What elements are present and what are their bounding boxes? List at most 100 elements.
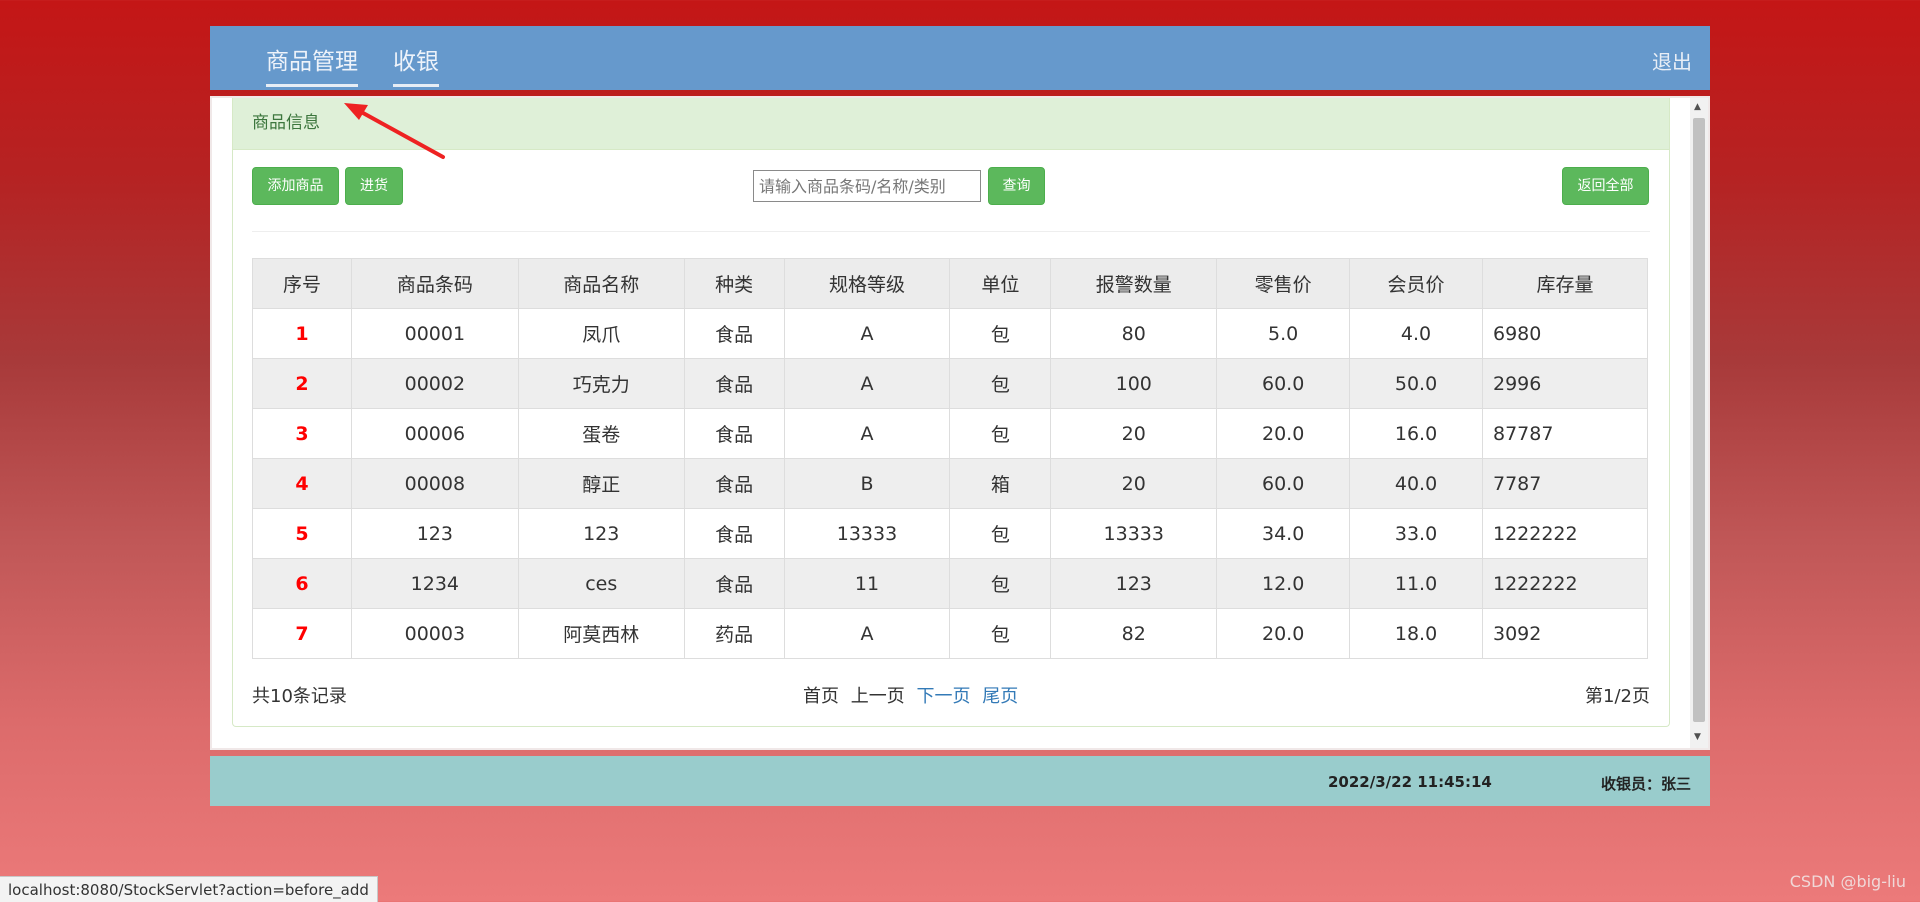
annotation-arrow-icon (344, 103, 445, 159)
col-header-index: 序号 (252, 258, 352, 309)
tab-checkout[interactable]: 收银 (393, 42, 439, 87)
cell-alert-qty: 82 (1050, 608, 1218, 659)
cell-stock: 1222222 (1481, 558, 1649, 609)
cell-retail-price: 20.0 (1216, 408, 1351, 459)
cell-index: 2 (252, 358, 352, 409)
cell-grade: A (783, 608, 951, 659)
vertical-scrollbar[interactable]: ▲ ▼ (1690, 98, 1708, 748)
search-input[interactable] (753, 170, 981, 202)
prev-page-link[interactable]: 上一页 (851, 686, 905, 707)
cell-member-price: 18.0 (1349, 608, 1483, 659)
record-count: 共10条记录 (252, 686, 347, 707)
cell-alert-qty: 100 (1050, 358, 1218, 409)
cell-name: 凤爪 (517, 308, 685, 359)
cell-retail-price: 60.0 (1216, 358, 1351, 409)
cell-index: 6 (252, 558, 352, 609)
cell-category: 食品 (683, 358, 785, 409)
cell-alert-qty: 123 (1050, 558, 1218, 609)
stock-in-button[interactable]: 进货 (345, 167, 403, 205)
status-bar: 2022/3/22 11:45:14 收银员：张三 (210, 756, 1710, 806)
table-row[interactable]: 1 00001 凤爪 食品 A 包 80 5.0 4.0 6980 (252, 308, 1649, 359)
cell-barcode: 00008 (350, 458, 519, 509)
cell-category: 食品 (683, 508, 785, 559)
cell-barcode: 00002 (350, 358, 519, 409)
cell-barcode: 1234 (350, 558, 519, 609)
next-page-link[interactable]: 下一页 (916, 686, 970, 707)
cell-category: 食品 (683, 458, 785, 509)
cell-barcode: 00006 (350, 408, 519, 459)
cell-alert-qty: 13333 (1050, 508, 1218, 559)
cell-member-price: 33.0 (1349, 508, 1483, 559)
cell-name: 巧克力 (517, 358, 685, 409)
table-row[interactable]: 7 00003 阿莫西林 药品 A 包 82 20.0 18.0 3092 (252, 608, 1649, 659)
col-header-grade: 规格等级 (783, 258, 951, 309)
cell-stock: 7787 (1481, 458, 1649, 509)
cell-member-price: 11.0 (1349, 558, 1483, 609)
cell-grade: A (783, 308, 951, 359)
cell-grade: A (783, 358, 951, 409)
cell-index: 4 (252, 458, 352, 509)
last-page-link[interactable]: 尾页 (982, 686, 1018, 707)
scroll-down-icon[interactable]: ▼ (1694, 732, 1701, 742)
pagination: 首页 上一页 下一页 尾页 (803, 682, 1024, 708)
col-header-barcode: 商品条码 (350, 258, 519, 309)
cell-unit: 包 (949, 608, 1052, 659)
product-panel: 商品信息 添加商品 进货 查询 返回全部 序号 商品条码 商品名称 种类 (232, 98, 1670, 727)
scroll-thumb[interactable] (1693, 118, 1705, 722)
table-row[interactable]: 2 00002 巧克力 食品 A 包 100 60.0 50.0 2996 (252, 358, 1649, 409)
cell-retail-price: 20.0 (1216, 608, 1351, 659)
cell-member-price: 4.0 (1349, 308, 1483, 359)
first-page-link[interactable]: 首页 (803, 686, 839, 707)
status-datetime: 2022/3/22 11:45:14 (1328, 773, 1492, 791)
tab-product-management[interactable]: 商品管理 (266, 42, 358, 87)
cell-stock: 87787 (1481, 408, 1649, 459)
cell-alert-qty: 20 (1050, 458, 1218, 509)
cell-category: 药品 (683, 608, 785, 659)
cell-grade: 13333 (783, 508, 951, 559)
cell-alert-qty: 20 (1050, 408, 1218, 459)
col-header-unit: 单位 (949, 258, 1052, 309)
table-row[interactable]: 6 1234 ces 食品 11 包 123 12.0 11.0 1222222 (252, 558, 1649, 609)
table-row[interactable]: 3 00006 蛋卷 食品 A 包 20 20.0 16.0 87787 (252, 408, 1649, 459)
cell-grade: 11 (783, 558, 951, 609)
table-header-row: 序号 商品条码 商品名称 种类 规格等级 单位 报警数量 零售价 会员价 库存量 (252, 258, 1649, 309)
query-button[interactable]: 查询 (988, 167, 1045, 205)
cell-alert-qty: 80 (1050, 308, 1218, 359)
table-row[interactable]: 4 00008 醇正 食品 B 箱 20 60.0 40.0 7787 (252, 458, 1649, 509)
page-indicator: 第1/2页 (1585, 686, 1650, 707)
logout-link[interactable]: 退出 (1652, 46, 1692, 75)
cell-member-price: 40.0 (1349, 458, 1483, 509)
cell-stock: 2996 (1481, 358, 1649, 409)
divider (252, 231, 1650, 232)
cell-stock: 6980 (1481, 308, 1649, 359)
cell-barcode: 00003 (350, 608, 519, 659)
return-all-button[interactable]: 返回全部 (1562, 167, 1649, 205)
cell-unit: 包 (949, 508, 1052, 559)
scroll-up-icon[interactable]: ▲ (1694, 102, 1701, 112)
cell-name: 蛋卷 (517, 408, 685, 459)
product-table: 序号 商品条码 商品名称 种类 规格等级 单位 报警数量 零售价 会员价 库存量 (252, 258, 1649, 659)
content-frame: 商品信息 添加商品 进货 查询 返回全部 序号 商品条码 商品名称 种类 (210, 96, 1710, 750)
cell-retail-price: 34.0 (1216, 508, 1351, 559)
add-product-button[interactable]: 添加商品 (252, 167, 339, 205)
col-header-name: 商品名称 (517, 258, 685, 309)
cell-retail-price: 12.0 (1216, 558, 1351, 609)
top-navbar: 商品管理 收银 退出 (210, 26, 1710, 90)
cell-unit: 包 (949, 408, 1052, 459)
cell-index: 1 (252, 308, 352, 359)
cell-category: 食品 (683, 308, 785, 359)
cell-name: 123 (517, 508, 685, 559)
status-cashier: 收银员：张三 (1600, 775, 1691, 793)
cell-name: 阿莫西林 (517, 608, 685, 659)
col-header-retail-price: 零售价 (1216, 258, 1351, 309)
cell-index: 3 (252, 408, 352, 459)
cell-index: 7 (252, 608, 352, 659)
col-header-alert-qty: 报警数量 (1050, 258, 1218, 309)
table-row[interactable]: 5 123 123 食品 13333 包 13333 34.0 33.0 122… (252, 508, 1649, 559)
cell-stock: 3092 (1481, 608, 1649, 659)
cell-name: ces (517, 558, 685, 609)
cell-retail-price: 5.0 (1216, 308, 1351, 359)
cell-category: 食品 (683, 408, 785, 459)
cell-stock: 1222222 (1481, 508, 1649, 559)
cell-barcode: 00001 (350, 308, 519, 359)
